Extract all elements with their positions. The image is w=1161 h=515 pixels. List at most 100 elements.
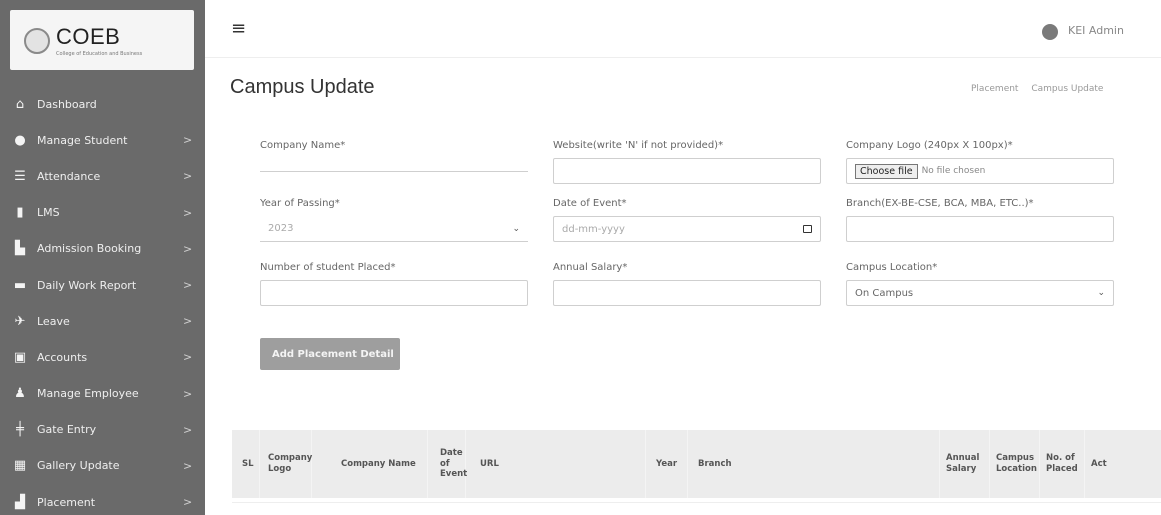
sidebar-item-label: Gallery Update <box>37 459 120 473</box>
sidebar-item-manage-employee[interactable]: ♟ Manage Employee > <box>0 376 205 412</box>
annual-salary-label: Annual Salary* <box>553 262 628 273</box>
placement-table: SL Company Logo Company Name Date of Eve… <box>232 430 1161 498</box>
company-logo-group: Company Logo (240px X 100px)* Choose fil… <box>846 140 1114 184</box>
top-bar: ≡ KEI Admin <box>205 0 1161 58</box>
sidebar-nav: ⌂ Dashboard ● Manage Student > ☰ Attenda… <box>0 86 205 515</box>
sidebar-item-accounts[interactable]: ▣ Accounts > <box>0 339 205 375</box>
book-icon: ▮ <box>16 205 24 221</box>
chevron-right-icon: > <box>183 459 193 473</box>
sidebar-item-label: Accounts <box>37 350 88 364</box>
students-placed-input[interactable] <box>260 280 528 306</box>
sidebar-item-label: Dashboard <box>37 97 97 111</box>
sidebar-item-admission-booking[interactable]: ▙ Admission Booking > <box>0 231 205 267</box>
chevron-right-icon: > <box>183 278 193 292</box>
money-icon: ▣ <box>13 349 27 365</box>
sidebar-item-label: Admission Booking <box>37 242 142 256</box>
sidebar-item-gate-entry[interactable]: ╪ Gate Entry > <box>0 412 205 448</box>
gate-icon: ╪ <box>16 422 24 438</box>
table-header-annual-salary: Annual Salary <box>940 430 990 498</box>
file-status: No file chosen <box>921 166 986 176</box>
sidebar-item-gallery-update[interactable]: ▦ Gallery Update > <box>0 448 205 484</box>
campus-location-label: Campus Location* <box>846 262 938 273</box>
sidebar-item-label: Manage Employee <box>37 387 139 401</box>
campus-location-value: On Campus <box>855 287 914 299</box>
branch-label: Branch(EX-BE-CSE, BCA, MBA, ETC..)* <box>846 198 1034 209</box>
chevron-right-icon: > <box>183 206 193 220</box>
sidebar-item-label: Daily Work Report <box>37 278 137 292</box>
sidebar-item-manage-student[interactable]: ● Manage Student > <box>0 122 205 158</box>
placement-icon: ▟ <box>15 494 25 510</box>
branch-input[interactable] <box>846 216 1114 242</box>
page-title: Campus Update <box>230 76 375 98</box>
branch-group: Branch(EX-BE-CSE, BCA, MBA, ETC..)* <box>846 198 1114 242</box>
sidebar-item-label: Leave <box>37 314 70 328</box>
chevron-right-icon: > <box>183 169 193 183</box>
chevron-right-icon: > <box>183 133 193 147</box>
sidebar-item-label: Manage Student <box>37 133 128 147</box>
chevron-down-icon: ⌄ <box>512 223 520 234</box>
chevron-right-icon: > <box>183 495 193 509</box>
briefcase-icon: ▬ <box>13 277 27 293</box>
logo-emblem-icon <box>24 28 50 54</box>
date-of-event-label: Date of Event* <box>553 198 627 209</box>
table-header-branch: Branch <box>688 430 940 498</box>
chevron-down-icon: ⌄ <box>1097 288 1105 298</box>
sidebar-item-lms[interactable]: ▮ LMS > <box>0 195 205 231</box>
chevron-right-icon: > <box>183 350 193 364</box>
image-icon: ▦ <box>13 458 27 474</box>
students-placed-label: Number of student Placed* <box>260 262 396 273</box>
sidebar-item-label: Gate Entry <box>37 423 97 437</box>
annual-salary-group: Annual Salary* <box>553 262 821 306</box>
sidebar-item-attendance[interactable]: ☰ Attendance > <box>0 158 205 194</box>
brand-logo[interactable]: COEB College of Education and Business <box>10 10 194 70</box>
user-icon: ● <box>14 132 26 148</box>
website-input[interactable] <box>553 158 821 184</box>
sidebar-item-placement[interactable]: ▟ Placement > <box>0 484 205 515</box>
date-of-event-value: dd-mm-yyyy <box>562 223 625 235</box>
date-of-event-input[interactable]: dd-mm-yyyy <box>553 216 821 242</box>
table-header-year: Year <box>646 430 688 498</box>
breadcrumb: Placement Campus Update <box>971 84 1113 94</box>
chevron-right-icon: > <box>183 242 193 256</box>
date-of-event-group: Date of Event* dd-mm-yyyy <box>553 198 821 242</box>
brand-name: COEB <box>56 24 121 49</box>
company-name-input[interactable] <box>260 158 528 172</box>
students-placed-group: Number of student Placed* <box>260 262 528 306</box>
menu-toggle-icon[interactable]: ≡ <box>231 18 246 39</box>
table-header-campus-location: Campus Location <box>990 430 1040 498</box>
campus-location-group: Campus Location* On Campus ⌄ <box>846 262 1114 306</box>
list-icon: ☰ <box>14 168 26 184</box>
plane-icon: ✈ <box>14 313 26 329</box>
website-group: Website(write 'N' if not provided)* <box>553 140 821 184</box>
sidebar-item-daily-work-report[interactable]: ▬ Daily Work Report > <box>0 267 205 303</box>
add-placement-detail-button[interactable]: Add Placement Detail <box>260 338 400 370</box>
campus-location-select[interactable]: On Campus ⌄ <box>846 280 1114 306</box>
calendar-icon[interactable] <box>803 225 812 233</box>
users-icon: ♟ <box>14 386 26 402</box>
chevron-right-icon: > <box>183 423 193 437</box>
company-logo-file-input[interactable]: Choose file No file chosen <box>846 158 1114 184</box>
breadcrumb-item-placement[interactable]: Placement <box>971 84 1018 94</box>
website-label: Website(write 'N' if not provided)* <box>553 140 724 151</box>
sidebar-item-leave[interactable]: ✈ Leave > <box>0 303 205 339</box>
avatar[interactable] <box>1042 24 1058 40</box>
table-header-no-of-placed: No. of Placed <box>1040 430 1085 498</box>
year-of-passing-value: 2023 <box>268 223 294 234</box>
chevron-right-icon: > <box>183 387 193 401</box>
annual-salary-input[interactable] <box>553 280 821 306</box>
home-icon: ⌂ <box>15 96 25 112</box>
table-header-company-logo: Company Logo <box>260 430 312 498</box>
company-logo-label: Company Logo (240px X 100px)* <box>846 140 1013 151</box>
year-of-passing-label: Year of Passing* <box>260 198 340 209</box>
year-of-passing-group: Year of Passing* 2023 ⌄ <box>260 198 528 242</box>
sidebar-item-dashboard[interactable]: ⌂ Dashboard <box>0 86 205 122</box>
table-header-date-of-event: Date of Event <box>428 430 467 498</box>
user-name[interactable]: KEI Admin <box>1068 24 1124 37</box>
sidebar: COEB College of Education and Business ⌂… <box>0 0 205 515</box>
choose-file-button[interactable]: Choose file <box>855 163 918 179</box>
breadcrumb-item-current: Campus Update <box>1031 84 1104 94</box>
brand-subtitle: College of Education and Business <box>56 51 143 57</box>
year-of-passing-select[interactable]: 2023 ⌄ <box>260 216 528 242</box>
company-name-group: Company Name* <box>260 140 528 172</box>
table-header-sl: SL <box>232 430 260 498</box>
